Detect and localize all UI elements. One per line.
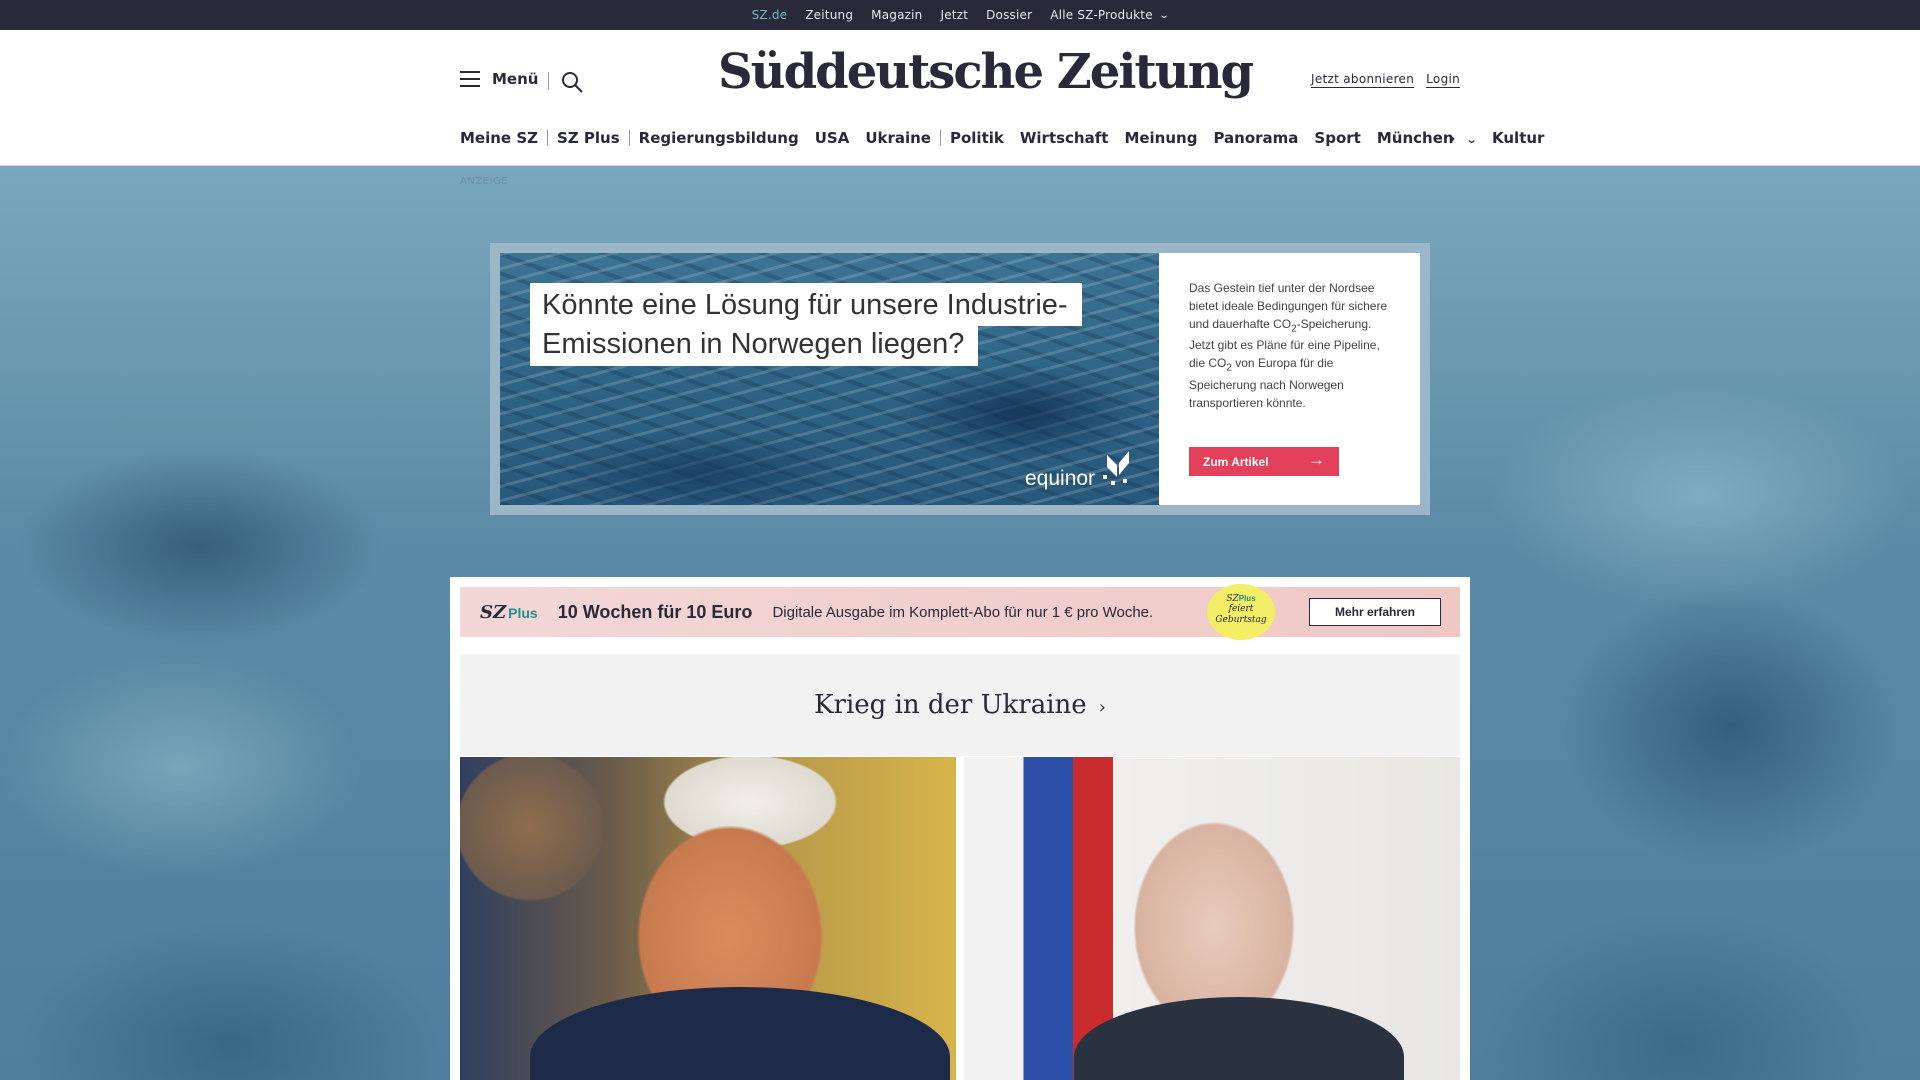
topbar-link-label: Alle SZ-Produkte bbox=[1050, 8, 1153, 22]
site-header: Menü Süddeutsche Zeitung Jetzt abonniere… bbox=[0, 30, 1920, 166]
section-title: Krieg in der Ukraine bbox=[814, 690, 1087, 720]
nav-item-ukraine[interactable]: Ukraine bbox=[865, 129, 931, 147]
topbar-link-alle-sz-produkte[interactable]: Alle SZ-Produkte ⌄ bbox=[1041, 0, 1177, 30]
main-navigation: Meine SZ SZ Plus Regierungsbildung USA U… bbox=[460, 129, 1544, 147]
nav-item-label: München bbox=[1376, 129, 1454, 147]
article-image-trump[interactable] bbox=[460, 757, 956, 1080]
section-title-link[interactable]: Krieg in der Ukraine › bbox=[814, 690, 1106, 720]
promo-subtitle: Digitale Ausgabe im Komplett-Abo für nur… bbox=[772, 603, 1154, 621]
arrow-right-icon: → bbox=[1308, 450, 1325, 469]
ad-text-panel: Das Gestein tief unter der Nordsee biete… bbox=[1159, 253, 1420, 505]
ad-body-text: Das Gestein tief unter der Nordsee biete… bbox=[1189, 281, 1388, 410]
topbar-link-zeitung[interactable]: Zeitung bbox=[796, 0, 862, 30]
ad-cta-label: Zum Artikel bbox=[1203, 454, 1269, 469]
chevron-right-icon[interactable]: › bbox=[1448, 126, 1456, 150]
header-account-links: Jetzt abonnieren Login bbox=[1311, 72, 1461, 88]
article-image-putin[interactable] bbox=[964, 757, 1460, 1080]
nav-item-usa[interactable]: USA bbox=[815, 129, 850, 147]
topbar-link-dossier[interactable]: Dossier bbox=[977, 0, 1041, 30]
nav-divider bbox=[939, 130, 941, 146]
subscribe-link[interactable]: Jetzt abonnieren bbox=[1311, 72, 1415, 88]
nav-item-panorama[interactable]: Panorama bbox=[1213, 129, 1298, 147]
login-link[interactable]: Login bbox=[1426, 72, 1461, 88]
topbar-link-sz-de[interactable]: SZ.de bbox=[743, 0, 797, 36]
sz-plus-promo-banner[interactable]: SZ Plus 10 Wochen für 10 Euro Digitale Au… bbox=[460, 584, 1460, 640]
promo-title: 10 Wochen für 10 Euro bbox=[557, 601, 753, 622]
nav-item-sz-plus[interactable]: SZ Plus bbox=[557, 129, 620, 147]
site-logo[interactable]: Süddeutsche Zeitung bbox=[718, 44, 1254, 100]
chevron-down-icon: ⌄ bbox=[1465, 133, 1478, 146]
ad-headline-line2: Emissionen in Norwegen liegen? bbox=[530, 322, 979, 366]
chevron-right-icon: › bbox=[1098, 697, 1106, 718]
nav-item-muenchen[interactable]: München ⌄ bbox=[1376, 129, 1478, 147]
main-content: SZ Plus 10 Wochen für 10 Euro Digitale Au… bbox=[450, 577, 1470, 1080]
search-button[interactable] bbox=[560, 70, 584, 94]
nav-item-wirtschaft[interactable]: Wirtschaft bbox=[1020, 129, 1109, 147]
top-utility-bar: SZ.de Zeitung Magazin Jetzt Dossier Alle… bbox=[0, 0, 1920, 36]
mehr-erfahren-button[interactable]: Mehr erfahren bbox=[1309, 598, 1441, 626]
menu-label: Menü bbox=[492, 70, 539, 88]
chevron-down-icon: ⌄ bbox=[1158, 9, 1171, 21]
nav-item-politik[interactable]: Politik bbox=[950, 129, 1004, 147]
nav-item-regierungsbildung[interactable]: Regierungsbildung bbox=[639, 129, 799, 147]
nav-item-sport[interactable]: Sport bbox=[1314, 129, 1360, 147]
ad-image-sea[interactable]: Könnte eine Lösung für unsere Industrie-… bbox=[500, 253, 1159, 505]
header-divider bbox=[548, 72, 549, 90]
nav-divider bbox=[547, 130, 548, 146]
topbar-link-magazin[interactable]: Magazin bbox=[862, 0, 931, 30]
nav-divider bbox=[628, 130, 630, 146]
brand-name: equinor bbox=[1025, 467, 1096, 490]
topbar-link-jetzt[interactable]: Jetzt bbox=[931, 0, 977, 30]
ad-cta-button[interactable]: Zum Artikel → bbox=[1189, 447, 1339, 476]
ad-banner[interactable]: Könnte eine Lösung für unsere Industrie-… bbox=[490, 243, 1430, 515]
ad-headline: Könnte eine Lösung für unsere Industrie-… bbox=[530, 283, 1082, 366]
hamburger-icon bbox=[460, 71, 480, 87]
menu-button[interactable]: Menü bbox=[460, 70, 538, 88]
search-icon bbox=[562, 72, 583, 93]
section-header: Krieg in der Ukraine › bbox=[460, 654, 1460, 756]
equinor-star-icon bbox=[1103, 451, 1130, 485]
birthday-badge: SZPlus feiert Geburtstag bbox=[1207, 584, 1275, 640]
nav-item-meinung[interactable]: Meinung bbox=[1124, 129, 1197, 147]
ad-label: ANZEIGE bbox=[460, 176, 509, 187]
nav-item-kultur[interactable]: Kultur bbox=[1492, 129, 1544, 147]
sz-plus-logo: SZ Plus bbox=[480, 601, 538, 623]
equinor-logo: equinor bbox=[1025, 451, 1135, 491]
nav-item-meine-sz[interactable]: Meine SZ bbox=[460, 129, 538, 147]
ad-headline-line1: Könnte eine Lösung für unsere Industrie- bbox=[530, 283, 1082, 327]
